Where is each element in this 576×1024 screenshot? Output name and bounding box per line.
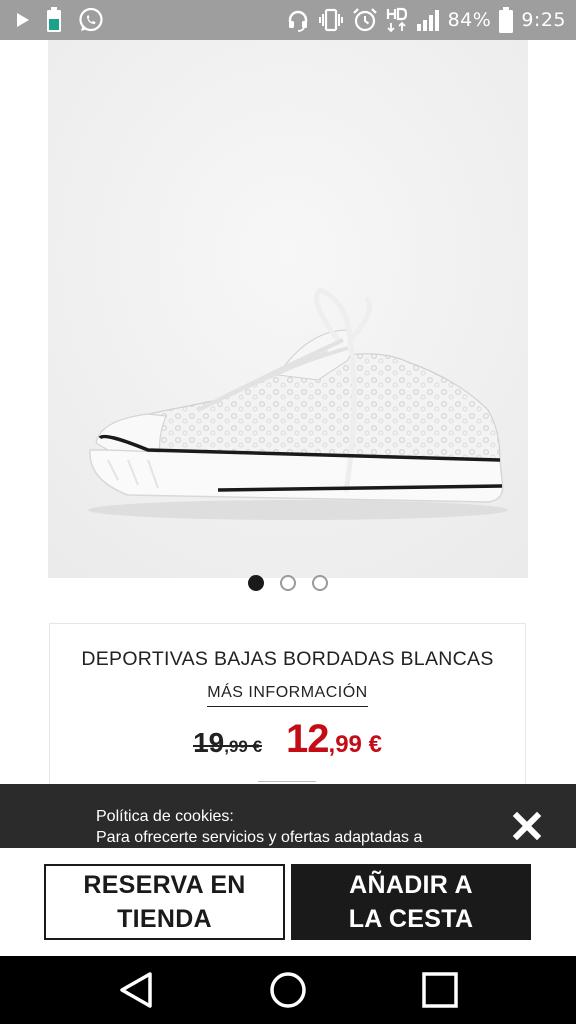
- old-price-int: 19: [193, 727, 225, 758]
- sale-price: 12,99 €: [286, 717, 382, 762]
- carousel-dots: [0, 575, 576, 597]
- headset-icon: [286, 8, 310, 32]
- old-price: 19,99 €: [193, 727, 263, 759]
- battery-saver-icon: [46, 7, 62, 33]
- status-bar-left: [16, 6, 104, 34]
- back-icon[interactable]: [112, 968, 160, 1012]
- product-image[interactable]: [48, 40, 528, 578]
- cookie-title: Política de cookies:: [96, 808, 234, 825]
- price-row: 19,99 € 12,99 €: [50, 717, 525, 762]
- battery-icon: [499, 7, 514, 33]
- battery-percent: 84%: [447, 9, 492, 31]
- status-bar-right: 84% 9:25: [286, 6, 566, 34]
- signal-icon: [416, 8, 440, 32]
- more-info-wrapper: MÁS INFORMACIÓN: [50, 684, 525, 707]
- add-to-cart-button[interactable]: AÑADIR A LA CESTA: [291, 864, 531, 940]
- action-bar: RESERVA EN TIENDA AÑADIR A LA CESTA: [0, 848, 576, 956]
- strikethrough-line: [193, 744, 263, 747]
- product-title: DEPORTIVAS BAJAS BORDADAS BLANCAS: [81, 648, 494, 670]
- navigation-bar: [0, 956, 576, 1024]
- alarm-icon: [352, 7, 378, 33]
- more-info-link[interactable]: MÁS INFORMACIÓN: [207, 684, 368, 707]
- vibrate-icon: [318, 8, 344, 32]
- card-divider: [258, 781, 316, 782]
- cookie-body: Para ofrecerte servicios y ofertas adapt…: [96, 829, 423, 846]
- recents-icon[interactable]: [416, 968, 464, 1012]
- white-lace-sneaker-image: [48, 40, 528, 578]
- cookie-banner: Política de cookies: Para ofrecerte serv…: [0, 784, 576, 848]
- play-icon: [16, 12, 30, 28]
- close-icon[interactable]: [509, 808, 545, 844]
- product-info-card: DEPORTIVAS BAJAS BORDADAS BLANCAS MÁS IN…: [49, 623, 526, 798]
- carousel-dot-2[interactable]: [280, 575, 296, 591]
- hd-icon: [386, 7, 408, 33]
- reserve-in-store-button[interactable]: RESERVA EN TIENDA: [44, 864, 285, 940]
- sale-price-int: 12: [286, 717, 329, 761]
- home-icon[interactable]: [264, 968, 312, 1012]
- clock: 9:25: [521, 9, 566, 31]
- sale-price-dec: ,99 €: [328, 731, 382, 758]
- status-bar: 84% 9:25: [0, 0, 576, 40]
- carousel-dot-1[interactable]: [248, 575, 264, 591]
- whatsapp-icon: [78, 7, 104, 33]
- carousel-dot-3[interactable]: [312, 575, 328, 591]
